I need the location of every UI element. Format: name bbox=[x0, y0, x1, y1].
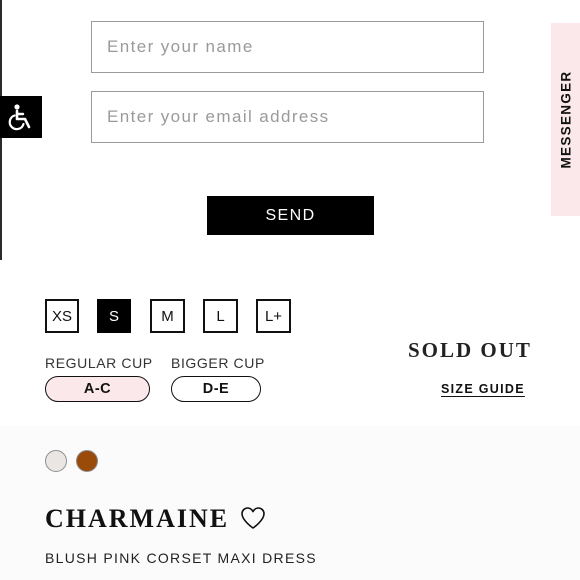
size-option-s[interactable]: S bbox=[97, 299, 131, 333]
cup-option-a-c[interactable]: A-C bbox=[45, 376, 150, 402]
heart-icon[interactable] bbox=[240, 506, 266, 530]
email-input[interactable] bbox=[91, 91, 484, 143]
product-name: CHARMAINE bbox=[45, 504, 230, 533]
send-button[interactable]: SEND bbox=[207, 196, 374, 235]
size-option-m[interactable]: M bbox=[150, 299, 185, 333]
size-option-l[interactable]: L bbox=[203, 299, 238, 333]
cup-option-d-e[interactable]: D-E bbox=[171, 376, 261, 402]
regular-cup-heading: REGULAR CUP bbox=[45, 355, 153, 371]
sold-out-status: SOLD OUT bbox=[408, 338, 532, 362]
color-swatch-brown[interactable] bbox=[76, 450, 98, 472]
size-option-l-plus[interactable]: L+ bbox=[256, 299, 291, 333]
size-guide-link[interactable]: SIZE GUIDE bbox=[441, 382, 525, 396]
messenger-label: MESSENGER bbox=[558, 70, 573, 169]
bigger-cup-heading: BIGGER CUP bbox=[171, 355, 265, 371]
color-swatch-light-grey[interactable] bbox=[45, 450, 67, 472]
accessibility-button[interactable] bbox=[0, 96, 42, 138]
size-option-xs[interactable]: XS bbox=[45, 299, 79, 333]
messenger-tab[interactable]: MESSENGER bbox=[551, 23, 580, 216]
accessibility-icon bbox=[8, 104, 31, 131]
product-description: BLUSH PINK CORSET MAXI DRESS bbox=[45, 550, 317, 566]
name-input[interactable] bbox=[91, 21, 484, 73]
